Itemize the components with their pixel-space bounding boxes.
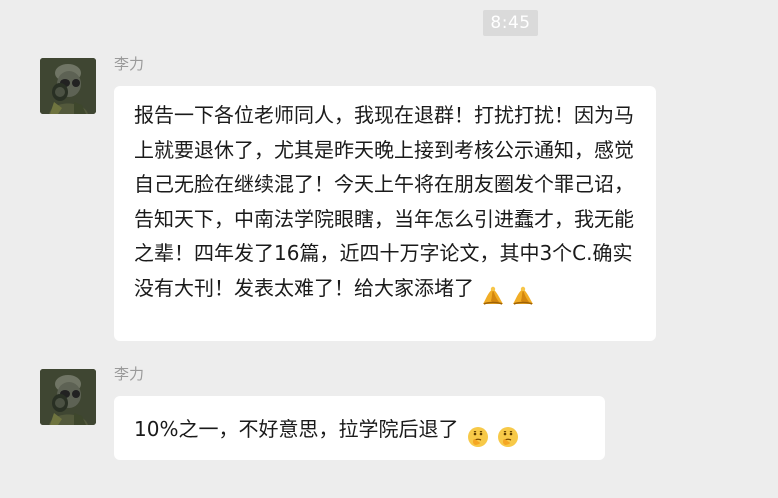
timestamp-badge: 8:45 xyxy=(483,10,538,36)
message-text: 报告一下各位老师同人，我现在退群！打扰打扰！因为马上就要退休了，尤其是昨天晚上接… xyxy=(134,103,634,300)
thinking-emoji xyxy=(466,425,490,449)
message-bubble[interactable]: 10%之一，不好意思，拉学院后退了 xyxy=(114,396,605,460)
bow-emoji xyxy=(511,284,535,308)
bow-emoji xyxy=(481,284,505,308)
message-bubble[interactable]: 报告一下各位老师同人，我现在退群！打扰打扰！因为马上就要退休了，尤其是昨天晚上接… xyxy=(114,86,656,341)
emoji-group xyxy=(481,284,536,308)
message-text: 10%之一，不好意思，拉学院后退了 xyxy=(134,417,459,441)
sender-name: 李力 xyxy=(114,55,145,73)
avatar[interactable] xyxy=(40,369,96,425)
emoji-group xyxy=(466,425,521,449)
thinking-emoji xyxy=(496,425,520,449)
avatar[interactable] xyxy=(40,58,96,114)
sender-name: 李力 xyxy=(114,365,145,383)
